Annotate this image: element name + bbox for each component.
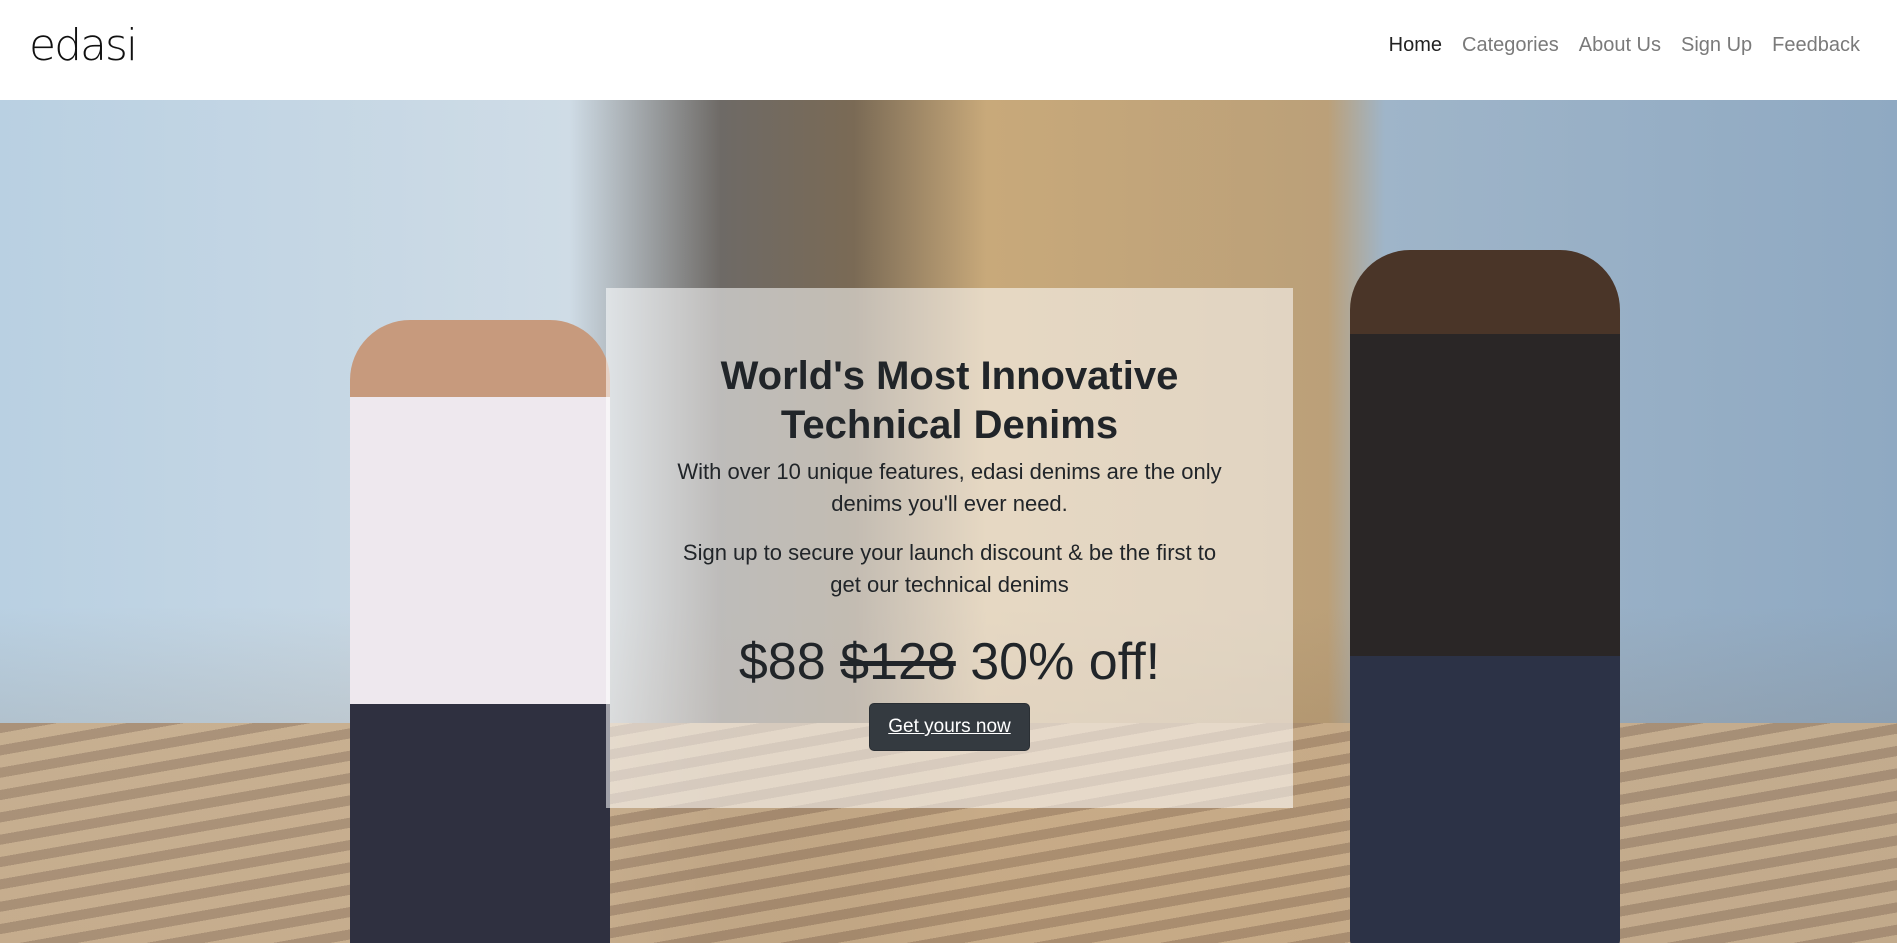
get-yours-now-button[interactable]: Get yours now <box>869 703 1030 751</box>
nav-about-us[interactable]: About Us <box>1579 34 1661 57</box>
nav-feedback[interactable]: Feedback <box>1772 34 1860 57</box>
hero-text-features: With over 10 unique features, edasi deni… <box>677 459 1222 516</box>
hero-text-signup: Sign up to secure your launch discount &… <box>682 540 1217 597</box>
price-current: $88 <box>738 633 826 691</box>
nav-categories[interactable]: Categories <box>1462 34 1559 57</box>
brand-logo[interactable]: edasi <box>29 20 138 71</box>
hero-image-man <box>350 320 610 943</box>
hero-section: World's Most Innovative Technical Denims… <box>0 100 1897 943</box>
hero-card: World's Most Innovative Technical Denims… <box>606 288 1293 808</box>
nav-links: Home Categories About Us Sign Up Feedbac… <box>1389 34 1860 57</box>
navbar: edasi Home Categories About Us Sign Up F… <box>0 0 1897 100</box>
price-line: $88 $128 30% off! <box>606 631 1293 693</box>
price-old: $128 <box>840 633 956 691</box>
hero-image-woman <box>1350 250 1620 943</box>
price-discount: 30% off! <box>970 633 1161 691</box>
hero-title: World's Most Innovative Technical Denims <box>720 354 1179 447</box>
nav-sign-up[interactable]: Sign Up <box>1681 34 1752 57</box>
nav-home[interactable]: Home <box>1389 34 1442 57</box>
